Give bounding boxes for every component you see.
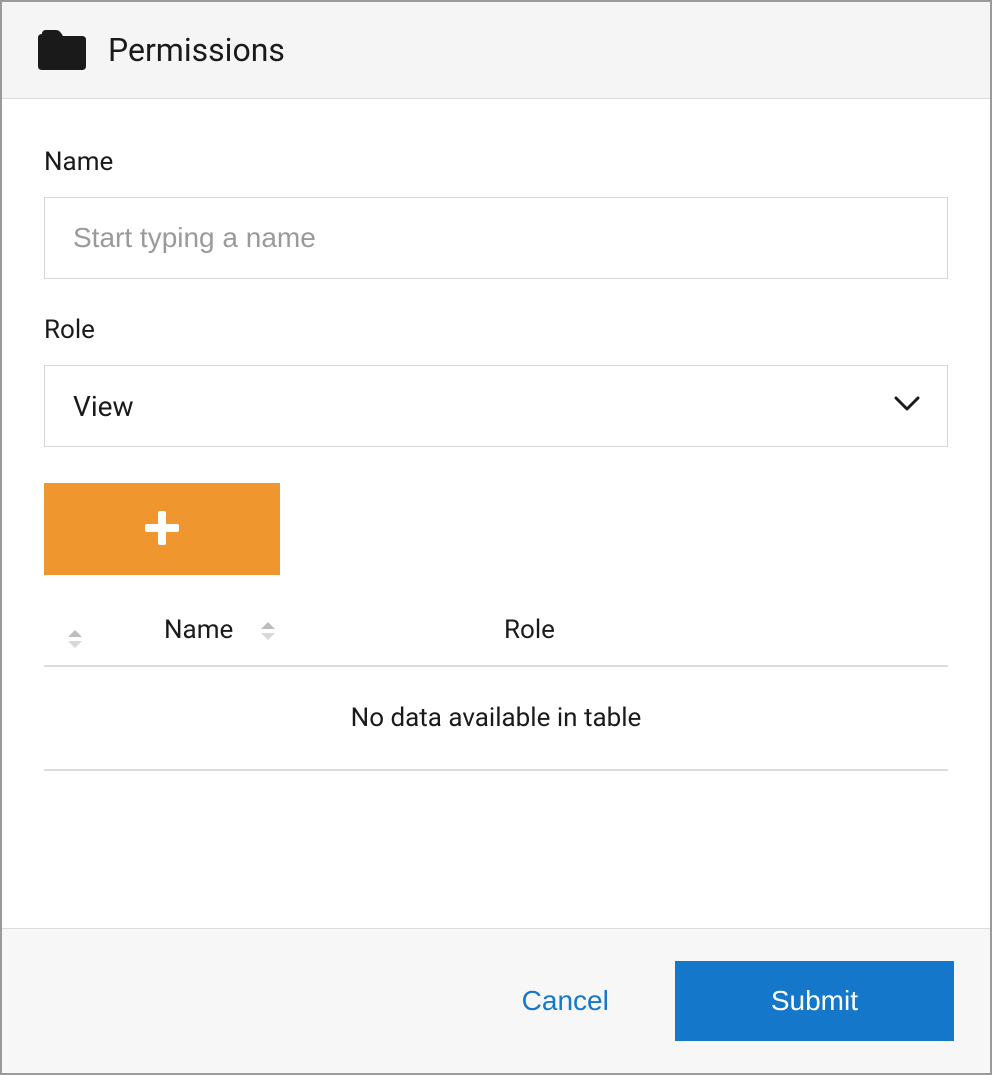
name-label: Name [44, 147, 948, 177]
sort-icon [68, 630, 82, 648]
role-select[interactable]: View [44, 365, 948, 447]
folder-icon [38, 30, 86, 70]
name-input[interactable] [44, 197, 948, 279]
plus-icon [143, 509, 181, 550]
panel-header: Permissions [2, 2, 990, 99]
table-header-blank[interactable] [44, 603, 164, 666]
permissions-table: Name Role No data available in table [44, 603, 948, 771]
add-button[interactable] [44, 483, 280, 575]
name-field: Name [44, 147, 948, 279]
role-select-wrap: View [44, 365, 948, 447]
role-selected-value: View [73, 390, 134, 423]
table-header-role[interactable]: Role [504, 603, 948, 666]
panel-body: Name Role View [2, 99, 990, 928]
panel-footer: Cancel Submit [2, 928, 990, 1073]
table-header-name-label: Name [164, 615, 233, 645]
submit-button[interactable]: Submit [675, 961, 954, 1041]
cancel-button[interactable]: Cancel [504, 985, 627, 1017]
table-empty-message: No data available in table [44, 666, 948, 770]
table-header-name[interactable]: Name [164, 603, 504, 666]
table-empty-row: No data available in table [44, 666, 948, 770]
table-header-role-label: Role [504, 615, 555, 645]
panel-title: Permissions [108, 31, 285, 69]
permissions-panel: Permissions Name Role View [0, 0, 992, 1075]
sort-icon [261, 622, 275, 640]
role-label: Role [44, 315, 948, 345]
role-field: Role View [44, 315, 948, 447]
